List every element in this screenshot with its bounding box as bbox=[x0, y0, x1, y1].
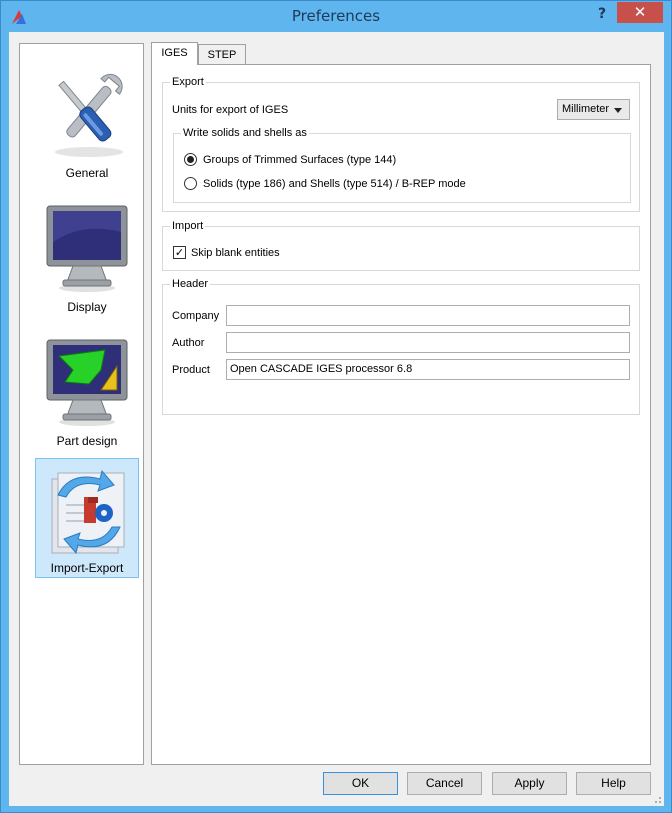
category-import-export[interactable]: Import-Export bbox=[35, 458, 139, 578]
tab-iges[interactable]: IGES bbox=[151, 42, 198, 65]
category-general[interactable]: General bbox=[35, 62, 139, 182]
category-label: Part design bbox=[56, 434, 118, 448]
company-label: Company bbox=[172, 310, 220, 322]
part-design-icon bbox=[46, 339, 128, 426]
category-label: Import-Export bbox=[50, 561, 124, 575]
dialog-client-area: General Display Part design Import-Expor… bbox=[9, 32, 664, 806]
category-part-design[interactable]: Part design bbox=[35, 330, 139, 450]
category-label: Display bbox=[67, 300, 107, 314]
skip-blank-label: Skip blank entities bbox=[191, 247, 280, 259]
radio-brep-mode-label: Solids (type 186) and Shells (type 514) … bbox=[203, 178, 466, 190]
tools-icon bbox=[55, 73, 123, 157]
tab-step[interactable]: STEP bbox=[198, 44, 246, 64]
company-input[interactable] bbox=[226, 305, 630, 326]
iges-tab-panel: Export Units for export of IGES Millimet… bbox=[151, 64, 651, 765]
author-input[interactable] bbox=[226, 332, 630, 353]
close-button[interactable]: ✕ bbox=[617, 2, 663, 23]
category-label: General bbox=[65, 166, 109, 180]
radio-brep-mode[interactable] bbox=[184, 177, 197, 190]
units-dropdown[interactable]: Millimeter bbox=[557, 99, 630, 120]
cancel-button[interactable]: Cancel bbox=[407, 772, 482, 795]
title-bar[interactable]: Preferences ? ✕ bbox=[1, 1, 671, 32]
product-input[interactable]: Open CASCADE IGES processor 6.8 bbox=[226, 359, 630, 380]
resize-grip-icon[interactable] bbox=[652, 794, 662, 804]
help-icon[interactable]: ? bbox=[589, 3, 615, 25]
skip-blank-checkbox[interactable]: ✓ bbox=[173, 246, 186, 259]
chevron-down-icon bbox=[614, 108, 622, 113]
ok-button[interactable]: OK bbox=[323, 772, 398, 795]
write-solids-group-title: Write solids and shells as bbox=[181, 127, 309, 140]
export-group-title: Export bbox=[170, 76, 206, 89]
import-group-title: Import bbox=[170, 220, 206, 233]
units-dropdown-value: Millimeter bbox=[562, 103, 610, 115]
category-display[interactable]: Display bbox=[35, 196, 139, 316]
import-export-icon bbox=[51, 469, 125, 555]
header-group: Header Company Author Product Open CASCA… bbox=[162, 278, 640, 415]
export-group: Export Units for export of IGES Millimet… bbox=[162, 76, 640, 212]
import-group: Import ✓ Skip blank entities bbox=[162, 220, 640, 271]
units-label: Units for export of IGES bbox=[172, 104, 289, 116]
monitor-icon bbox=[46, 205, 128, 292]
product-label: Product bbox=[172, 364, 210, 376]
author-label: Author bbox=[172, 337, 205, 349]
radio-trimmed-surfaces[interactable] bbox=[184, 153, 197, 166]
apply-button[interactable]: Apply bbox=[492, 772, 567, 795]
window-title: Preferences bbox=[291, 7, 381, 25]
category-list[interactable]: General Display Part design Import-Expor… bbox=[19, 43, 144, 765]
radio-trimmed-surfaces-label: Groups of Trimmed Surfaces (type 144) bbox=[203, 154, 397, 166]
write-solids-group: Write solids and shells as Groups of Tri… bbox=[173, 127, 631, 203]
help-button[interactable]: Help bbox=[576, 772, 651, 795]
preferences-window: Preferences ? ✕ General Display Part des… bbox=[0, 0, 672, 813]
header-group-title: Header bbox=[170, 278, 211, 291]
